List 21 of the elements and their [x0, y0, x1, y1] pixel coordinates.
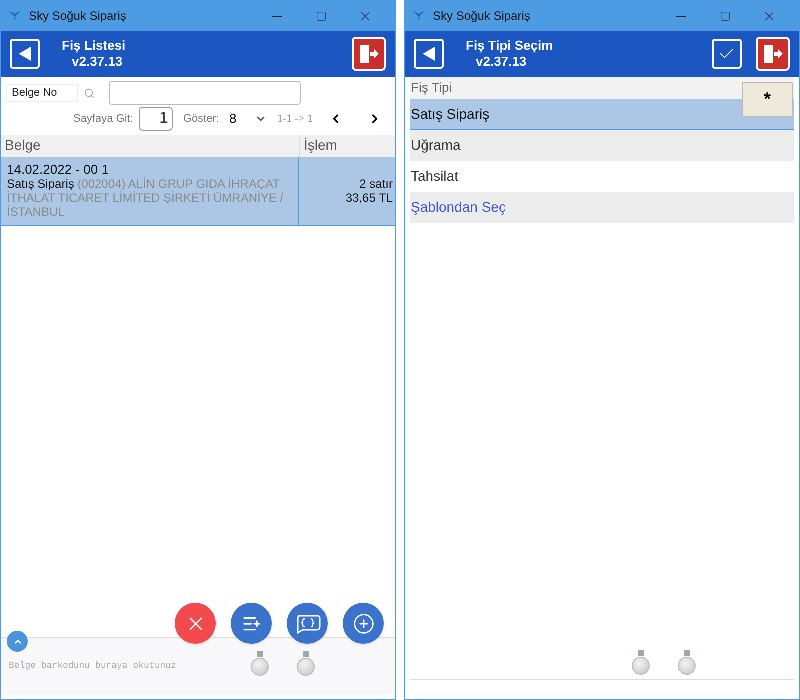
- version-label: v2.37.13: [72, 54, 124, 70]
- window-title: Sky Soğuk Sipariş: [29, 8, 126, 25]
- line-count: 2 satır: [360, 177, 393, 191]
- column-header: Belge: [4, 136, 42, 155]
- total-amount: 33,65 TL: [346, 191, 393, 205]
- list-item[interactable]: Uğrama: [410, 130, 794, 161]
- screen-title: Fiş Listesi: [62, 38, 126, 54]
- screen-title: Fiş Tipi Seçim: [466, 38, 554, 54]
- range-label: 1-1 -> 1: [277, 112, 313, 127]
- page-field[interactable]: 1: [139, 107, 174, 131]
- window-title: Sky Soğuk Sipariş: [433, 8, 530, 25]
- table-row[interactable]: 14.02.2022 - 00 1 Satış Sipariş (002004) ALİN GRUP GIDA İHRAÇAT İTHALAT TİCARET LİMİTED ŞİRKETİ ÜMRANİYE / İSTANBUL 2 satır 33,65 TL: [1, 157, 395, 226]
- show-label: Göster:: [183, 112, 220, 127]
- version-label: v2.37.13: [476, 54, 528, 70]
- list-item[interactable]: Satış Sipariş: [410, 99, 794, 130]
- star-button[interactable]: *: [742, 82, 793, 117]
- list-item[interactable]: Şablondan Seç: [410, 192, 794, 223]
- goto-label: Sayfaya Git:: [73, 112, 134, 127]
- document-description: Satış Sipariş (002004) ALİN GRUP GIDA İHRAÇAT İTHALAT TİCARET LİMİTED ŞİRKETİ ÜMRANİYE / İSTANBUL: [7, 177, 284, 219]
- search-field-label: Belge No: [6, 84, 78, 102]
- document-date: 14.02.2022 - 00 1: [7, 163, 110, 177]
